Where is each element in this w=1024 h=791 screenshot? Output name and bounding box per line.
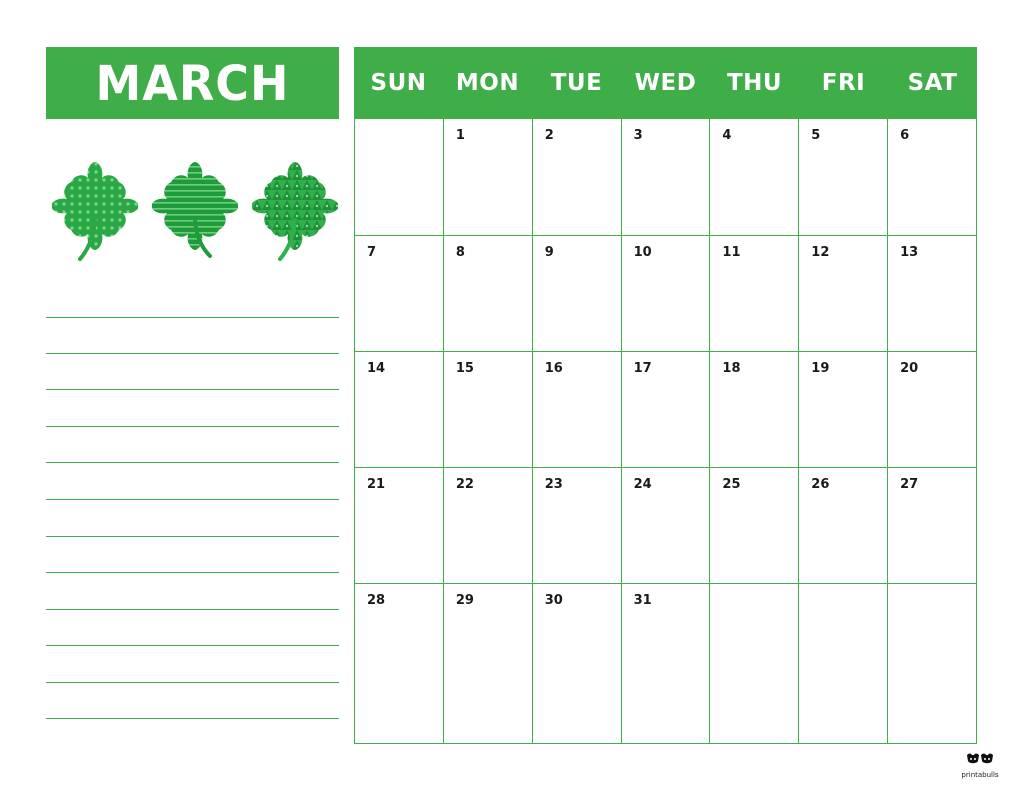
day-cell-21[interactable]: 21 bbox=[355, 467, 444, 583]
day-cell-28[interactable]: 28 bbox=[355, 583, 444, 744]
day-number: 15 bbox=[455, 361, 474, 376]
day-cell-18[interactable]: 18 bbox=[710, 351, 800, 467]
day-cell-6[interactable]: 6 bbox=[888, 119, 977, 235]
note-line[interactable] bbox=[46, 536, 339, 537]
day-number: 24 bbox=[633, 477, 652, 492]
day-cell-1[interactable]: 1 bbox=[444, 119, 533, 235]
day-number: 10 bbox=[633, 245, 652, 260]
day-cell-14[interactable]: 14 bbox=[355, 351, 444, 467]
note-line[interactable] bbox=[46, 317, 339, 318]
day-cell-26[interactable]: 26 bbox=[799, 467, 889, 583]
day-number: 31 bbox=[633, 593, 652, 608]
day-number: 6 bbox=[900, 128, 910, 143]
day-number: 14 bbox=[367, 361, 386, 376]
day-cell-empty[interactable] bbox=[888, 583, 977, 744]
day-number: 30 bbox=[544, 593, 563, 608]
day-number: 11 bbox=[722, 245, 741, 260]
day-number: 17 bbox=[633, 361, 652, 376]
day-cell-20[interactable]: 20 bbox=[888, 351, 977, 467]
note-line[interactable] bbox=[46, 426, 339, 427]
shamrock-stripes-icon bbox=[152, 162, 238, 258]
note-line[interactable] bbox=[46, 389, 339, 390]
weekday-mon: MON bbox=[455, 70, 520, 96]
day-cell-31[interactable]: 31 bbox=[621, 583, 711, 744]
note-line[interactable] bbox=[46, 462, 339, 463]
day-cell-16[interactable]: 16 bbox=[532, 351, 622, 467]
day-cell-9[interactable]: 9 bbox=[532, 235, 622, 351]
day-cell-5[interactable]: 5 bbox=[799, 119, 889, 235]
day-cell-13[interactable]: 13 bbox=[888, 235, 977, 351]
day-number: 25 bbox=[722, 477, 741, 492]
weekday-sun: SUN bbox=[370, 70, 427, 96]
day-number: 21 bbox=[367, 477, 386, 492]
day-number: 9 bbox=[544, 245, 554, 260]
day-cell-22[interactable]: 22 bbox=[443, 467, 533, 583]
shamrock-pattern-icon bbox=[252, 162, 338, 261]
weekday-sat: SAT bbox=[907, 70, 958, 96]
day-cell-29[interactable]: 29 bbox=[443, 583, 533, 744]
note-line[interactable] bbox=[46, 499, 339, 500]
day-cell-8[interactable]: 8 bbox=[443, 235, 533, 351]
weekday-header: SUN MON TUE WED THU FRI SAT bbox=[354, 47, 977, 119]
day-number: 28 bbox=[367, 593, 386, 608]
day-number: 13 bbox=[900, 245, 919, 260]
day-number: 3 bbox=[633, 128, 643, 143]
day-number: 7 bbox=[367, 245, 377, 260]
day-cell-25[interactable]: 25 bbox=[710, 467, 800, 583]
day-number: 29 bbox=[455, 593, 474, 608]
day-cell-4[interactable]: 4 bbox=[710, 119, 800, 235]
day-number: 2 bbox=[544, 128, 554, 143]
weekday-wed: WED bbox=[634, 70, 697, 96]
note-line[interactable] bbox=[46, 645, 339, 646]
day-cell-3[interactable]: 3 bbox=[622, 119, 711, 235]
day-number: 18 bbox=[722, 361, 741, 376]
day-number: 8 bbox=[455, 245, 465, 260]
clover-decorations bbox=[46, 160, 339, 270]
day-number: 4 bbox=[722, 128, 732, 143]
day-cell-27[interactable]: 27 bbox=[888, 467, 977, 583]
day-cell-15[interactable]: 15 bbox=[443, 351, 533, 467]
day-cell-23[interactable]: 23 bbox=[532, 467, 622, 583]
brand-logo: printabulls bbox=[958, 751, 1002, 779]
day-cell-17[interactable]: 17 bbox=[621, 351, 711, 467]
day-number: 23 bbox=[544, 477, 563, 492]
month-header: MARCH bbox=[46, 47, 339, 119]
day-cell-11[interactable]: 11 bbox=[710, 235, 800, 351]
day-cell-empty[interactable] bbox=[710, 583, 800, 744]
note-line[interactable] bbox=[46, 353, 339, 354]
day-number: 12 bbox=[811, 245, 830, 260]
weekday-fri: FRI bbox=[821, 70, 866, 96]
day-number: 5 bbox=[811, 128, 821, 143]
weekday-thu: THU bbox=[726, 70, 783, 96]
note-line[interactable] bbox=[46, 572, 339, 573]
day-cell-30[interactable]: 30 bbox=[532, 583, 622, 744]
shamrock-dots-icon bbox=[52, 162, 138, 261]
day-cell-empty[interactable] bbox=[799, 583, 889, 744]
day-cell-empty[interactable] bbox=[355, 119, 444, 235]
day-cell-12[interactable]: 12 bbox=[799, 235, 889, 351]
weekday-tue: TUE bbox=[550, 70, 603, 96]
calendar-grid: SUN MON TUE WED THU FRI SAT 1 2 3 4 5 6 7 8 9 10 1… bbox=[354, 47, 977, 744]
note-line[interactable] bbox=[46, 718, 339, 719]
day-grid: 1 2 3 4 5 6 7 8 9 10 11 12 13 14 15 16 17 18 19 20 21 22 23 24 2… bbox=[354, 119, 977, 744]
note-line[interactable] bbox=[46, 609, 339, 610]
day-cell-10[interactable]: 10 bbox=[621, 235, 711, 351]
day-cell-7[interactable]: 7 bbox=[355, 235, 444, 351]
day-number: 26 bbox=[811, 477, 830, 492]
day-number: 19 bbox=[811, 361, 830, 376]
note-line[interactable] bbox=[46, 682, 339, 683]
bull-logo-icon bbox=[967, 753, 993, 764]
day-cell-24[interactable]: 24 bbox=[621, 467, 711, 583]
day-number: 1 bbox=[455, 128, 465, 143]
day-number: 27 bbox=[900, 477, 919, 492]
day-number: 22 bbox=[455, 477, 474, 492]
day-number: 16 bbox=[544, 361, 563, 376]
day-cell-19[interactable]: 19 bbox=[799, 351, 889, 467]
day-cell-2[interactable]: 2 bbox=[533, 119, 622, 235]
day-number: 20 bbox=[900, 361, 919, 376]
brand-text: printabulls bbox=[961, 771, 999, 779]
month-title: MARCH bbox=[95, 54, 290, 112]
